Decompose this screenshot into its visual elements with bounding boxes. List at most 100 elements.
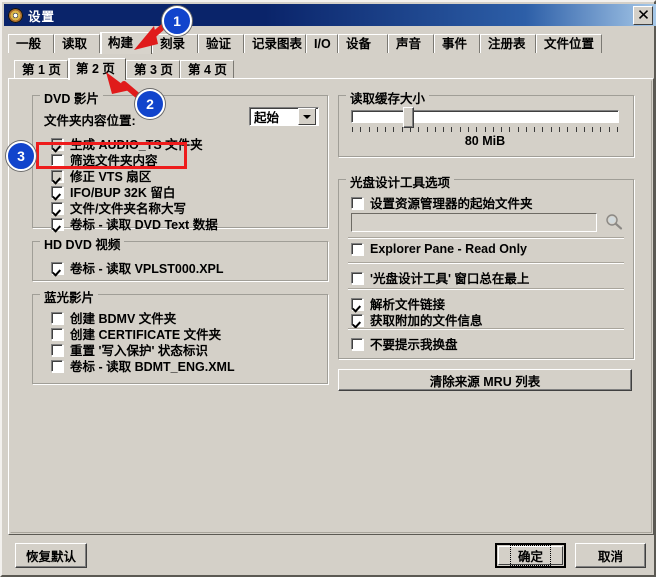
tab-label: 文件位置 (544, 37, 595, 51)
ok-button-inner: 确定 (498, 545, 563, 566)
checkbox-volume-label-bdmt-eng[interactable]: 卷标 - 读取 BDMT_ENG.XML (51, 356, 235, 375)
cache-size-slider-thumb[interactable] (402, 107, 414, 128)
tab-label: 读取 (62, 37, 88, 51)
read-cache-size-group: 读取缓存大小 80 MiB (338, 88, 634, 157)
checkbox-box[interactable] (51, 201, 63, 214)
cache-size-value: 80 MiB (464, 134, 506, 148)
checkbox-label: '光盘设计工具' 窗口总在最上 (370, 272, 530, 286)
divider (348, 328, 624, 329)
tab-label: 记录图表 (252, 37, 303, 51)
magnifier-icon[interactable] (605, 213, 623, 230)
annotation-badge-1: 1 (162, 6, 192, 36)
cancel-button[interactable]: 取消 (575, 543, 646, 568)
ok-button[interactable]: 确定 (495, 543, 566, 568)
checkbox-box[interactable] (351, 297, 363, 310)
hd-dvd-video-group: HD DVD 视频 卷标 - 读取 VPLST000.XPL (32, 234, 328, 281)
checkbox-box[interactable] (351, 313, 363, 326)
checkbox-label: 卷标 - 读取 VPLST000.XPL (70, 262, 224, 276)
checkbox-label: Explorer Pane - Read Only (370, 242, 527, 256)
tab-label: 声音 (396, 37, 422, 51)
cache-size-slider-ticks (352, 127, 618, 133)
checkbox-label: 获取附加的文件信息 (370, 314, 483, 328)
checkbox-label: 卷标 - 读取 BDMT_ENG.XML (70, 360, 235, 374)
folder-content-location-label: 文件夹内容位置: (44, 114, 136, 128)
tab-label: 注册表 (488, 37, 526, 51)
tab-label: 一般 (16, 37, 42, 51)
folder-content-location-select[interactable]: 起始 (249, 107, 319, 126)
tab-label: 事件 (442, 37, 468, 51)
annotation-badge-3: 3 (6, 141, 36, 171)
tab-io[interactable]: I/O (306, 34, 338, 53)
tab-page-4[interactable]: 第 4 页 (180, 60, 234, 79)
tab-log-chart[interactable]: 记录图表 (244, 34, 306, 53)
divider (348, 288, 624, 289)
divider (348, 262, 624, 263)
checkbox-box[interactable] (51, 185, 63, 198)
tab-general[interactable]: 一般 (8, 34, 54, 53)
disc-icon (8, 7, 23, 23)
tab-label: I/O (314, 37, 331, 51)
annotation-badge-2: 2 (135, 89, 165, 119)
hd-dvd-video-group-title: HD DVD 视频 (40, 234, 125, 253)
annotation-badge-1-label: 1 (173, 13, 181, 29)
checkbox-label: 卷标 - 读取 DVD Text 数据 (70, 218, 218, 232)
checkbox-box[interactable] (51, 311, 63, 324)
clear-source-mru-button[interactable]: 清除来源 MRU 列表 (338, 369, 632, 391)
checkbox-volume-label-dvd-text[interactable]: 卷标 - 读取 DVD Text 数据 (51, 214, 218, 233)
window-title: 设置 (28, 9, 56, 24)
tab-device[interactable]: 设备 (338, 34, 388, 53)
close-icon[interactable] (633, 6, 653, 25)
cache-size-slider-track[interactable] (351, 110, 619, 123)
title-bar: 设置 (4, 4, 656, 26)
checkbox-set-explorer-start-folder[interactable]: 设置资源管理器的起始文件夹 (351, 193, 533, 212)
checkbox-explorer-pane-read-only[interactable]: Explorer Pane - Read Only (351, 242, 527, 256)
disc-design-tool-options-group: 光盘设计工具选项 设置资源管理器的起始文件夹 Explorer Pane - R… (338, 172, 634, 359)
restore-defaults-label: 恢复默认 (25, 550, 76, 564)
tab-label: 第 4 页 (188, 63, 227, 77)
primary-tab-strip: 一般 读取 构建 刻录 验证 记录图表 I/O 设备 声音 事件 注册表 文件位… (8, 32, 652, 54)
checkbox-label: 设置资源管理器的起始文件夹 (370, 197, 533, 211)
bluray-movie-group: 蓝光影片 创建 BDMV 文件夹 创建 CERTIFICATE 文件夹 重置 '… (32, 287, 328, 384)
cancel-label: 取消 (597, 550, 623, 564)
tab-events[interactable]: 事件 (434, 34, 480, 53)
annotation-badge-3-label: 3 (17, 148, 25, 164)
folder-content-location-value: 起始 (254, 111, 280, 125)
settings-window: 设置 一般 读取 构建 刻录 验证 记录图表 I/O 设备 声音 事件 注册表 … (0, 0, 656, 577)
checkbox-do-not-prompt-disc-change[interactable]: 不要提示我换盘 (351, 334, 458, 353)
checkbox-volume-label-vplst000[interactable]: 卷标 - 读取 VPLST000.XPL (51, 258, 224, 277)
tab-label: 设备 (346, 37, 372, 51)
checkbox-label: 不要提示我换盘 (370, 338, 458, 352)
divider (348, 237, 624, 238)
annotation-badge-2-label: 2 (146, 96, 154, 112)
checkbox-box[interactable] (351, 196, 363, 209)
tab-registry[interactable]: 注册表 (480, 34, 536, 53)
bluray-movie-group-title: 蓝光影片 (40, 287, 99, 306)
tab-label: 第 1 页 (22, 63, 61, 77)
tab-read[interactable]: 读取 (54, 34, 100, 53)
restore-defaults-button[interactable]: 恢复默认 (15, 543, 87, 568)
checkbox-box[interactable] (351, 337, 363, 350)
checkbox-box[interactable] (351, 243, 363, 255)
explorer-start-folder-input[interactable] (351, 213, 597, 232)
annotation-highlight-filter-folder-content (36, 142, 187, 169)
tab-page-1[interactable]: 第 1 页 (14, 60, 68, 79)
checkbox-box[interactable] (51, 343, 63, 356)
checkbox-box[interactable] (351, 271, 363, 284)
checkbox-box[interactable] (51, 359, 63, 372)
checkbox-box[interactable] (51, 169, 63, 182)
tab-file-locations[interactable]: 文件位置 (536, 34, 602, 53)
tab-label: 验证 (206, 37, 232, 51)
checkbox-box[interactable] (51, 217, 63, 230)
checkbox-box[interactable] (51, 327, 63, 340)
disc-design-tool-options-group-title: 光盘设计工具选项 (346, 172, 455, 191)
clear-source-mru-label: 清除来源 MRU 列表 (429, 374, 541, 389)
tab-verify[interactable]: 验证 (198, 34, 244, 53)
tab-sound[interactable]: 声音 (388, 34, 434, 53)
checkbox-box[interactable] (51, 261, 63, 274)
checkbox-fetch-additional-file-info[interactable]: 获取附加的文件信息 (351, 310, 483, 329)
checkbox-disc-tool-always-on-top[interactable]: '光盘设计工具' 窗口总在最上 (351, 268, 529, 287)
chevron-down-icon[interactable] (298, 108, 316, 125)
ok-label: 确定 (509, 545, 551, 566)
read-cache-size-group-title: 读取缓存大小 (346, 88, 430, 107)
dvd-movie-group-title: DVD 影片 (40, 88, 103, 107)
